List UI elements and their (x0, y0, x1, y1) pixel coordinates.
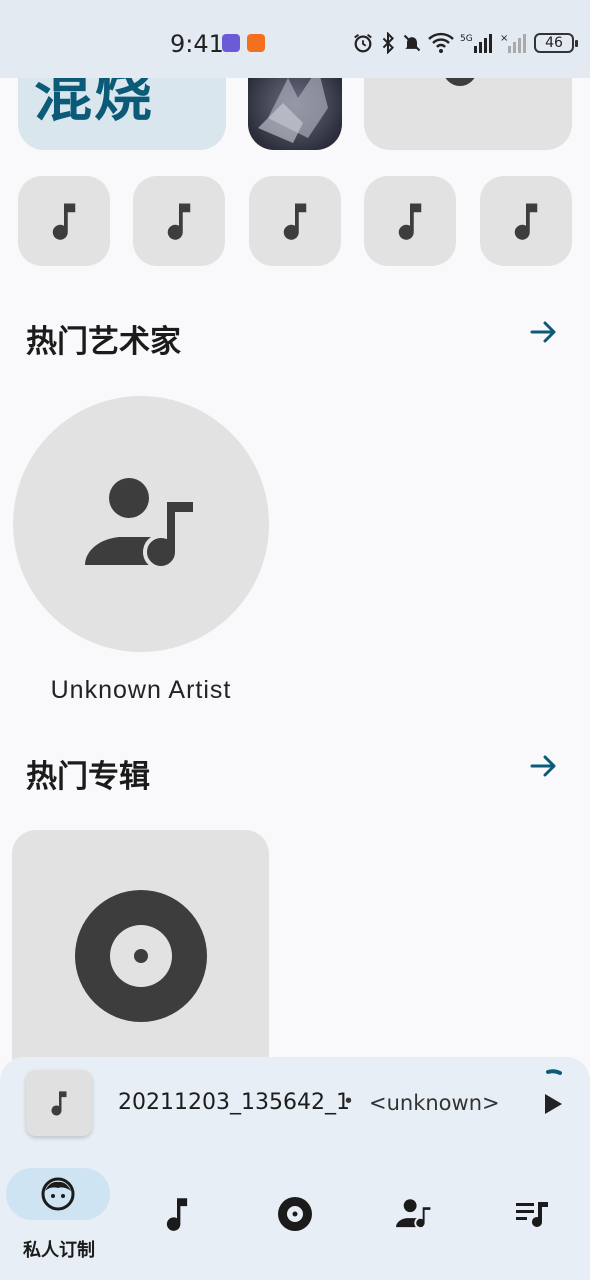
music-note-icon (398, 203, 422, 240)
music-note-icon (51, 1091, 67, 1116)
mini-player-separator: • (345, 1090, 353, 1112)
nav-item-albums[interactable] (236, 1168, 354, 1280)
mini-player-artwork[interactable] (26, 1070, 92, 1136)
nav-item-artists[interactable] (354, 1168, 472, 1280)
status-bar: 9:41 5G × 46 (0, 0, 590, 78)
bluetooth-icon (382, 32, 395, 54)
album-card[interactable] (12, 830, 269, 1090)
battery-level: 46 (545, 35, 563, 51)
nav-item-songs[interactable] (118, 1168, 236, 1280)
alarm-icon (354, 33, 372, 53)
artist-card[interactable] (13, 396, 269, 652)
mini-player-title: 20211203_135642_1 (118, 1090, 350, 1115)
battery-icon: 46 (534, 33, 578, 53)
song-tile-3[interactable] (249, 176, 341, 266)
song-tile-5[interactable] (480, 176, 572, 266)
svg-text:5G: 5G (460, 34, 473, 44)
mute-icon (403, 34, 421, 52)
arrow-right-icon[interactable] (528, 316, 560, 348)
play-icon[interactable] (538, 1090, 566, 1118)
song-tile-2[interactable] (133, 176, 225, 266)
arrow-right-icon[interactable] (528, 750, 560, 782)
status-time: 9:41 (170, 30, 224, 58)
app-icon-2 (247, 34, 265, 52)
signal-icon: 5G (460, 34, 492, 53)
nav-item-personal[interactable] (0, 1168, 118, 1280)
signal-off-icon: × (500, 33, 526, 53)
album-disc-icon (74, 890, 207, 1022)
mini-player-artist: <unknown> (369, 1091, 500, 1115)
music-note-icon (283, 203, 307, 240)
song-tile-4[interactable] (364, 176, 456, 266)
app-screen: 9:41 5G × 46 混烧 热门艺术家 Unknown Artist 热门专… (0, 0, 590, 1280)
mini-player[interactable]: 20211203_135642_1 • <unknown> (0, 1057, 590, 1153)
nav-item-playlists[interactable] (472, 1168, 590, 1280)
app-icon-1 (222, 34, 240, 52)
song-tile-1[interactable] (18, 176, 110, 266)
artist-icon (85, 478, 197, 570)
music-note-icon (167, 203, 191, 240)
artist-name: Unknown Artist (50, 676, 232, 704)
wifi-icon (428, 32, 454, 53)
section-title-albums: 热门专辑 (26, 759, 150, 795)
music-note-icon (514, 203, 538, 240)
section-title-artists: 热门艺术家 (26, 324, 181, 360)
status-icons: 5G × 46 (352, 30, 578, 56)
music-note-icon (52, 203, 76, 240)
svg-text:×: × (500, 33, 508, 44)
